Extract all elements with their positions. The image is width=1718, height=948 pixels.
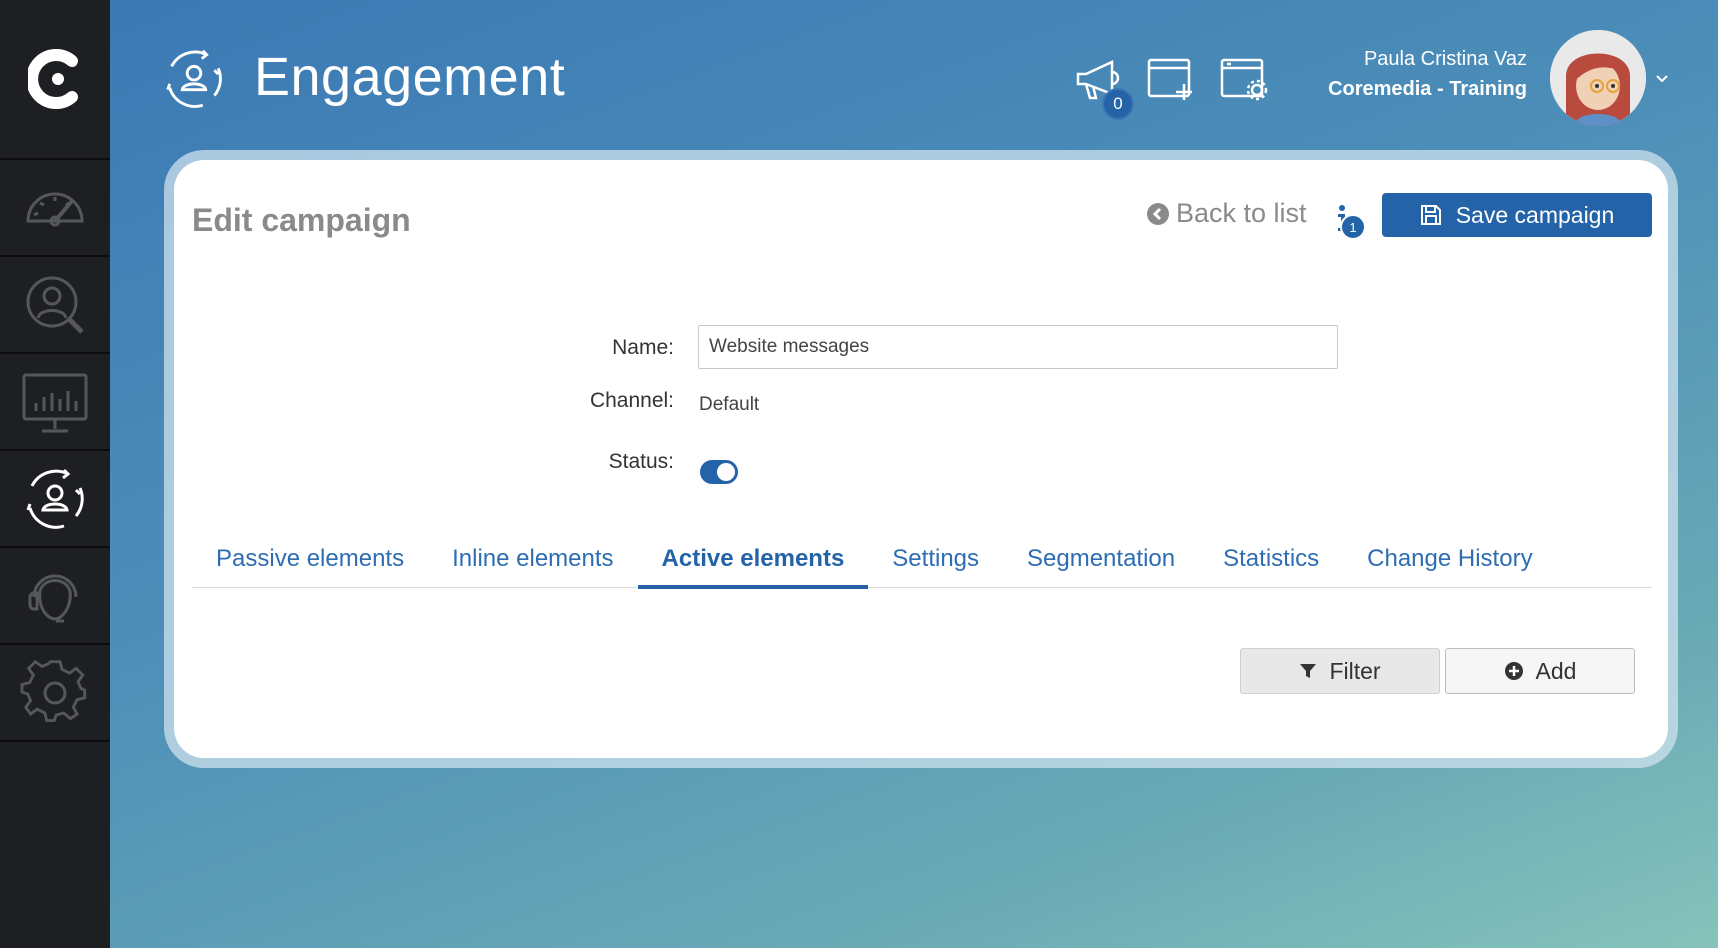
toggle-knob xyxy=(717,463,735,481)
back-to-list-link[interactable]: Back to list xyxy=(1146,198,1307,229)
monitor-chart-icon xyxy=(22,373,88,432)
chevron-down-icon[interactable] xyxy=(1654,70,1670,86)
save-campaign-label: Save campaign xyxy=(1455,201,1615,228)
filter-label: Filter xyxy=(1329,657,1381,684)
tab-segmentation[interactable]: Segmentation xyxy=(1003,530,1199,588)
add-button[interactable]: Add xyxy=(1445,648,1635,694)
sidebar-item-settings[interactable] xyxy=(0,645,110,742)
headset-icon xyxy=(28,574,78,622)
speedometer-icon xyxy=(26,192,84,226)
engagement-cycle-icon xyxy=(26,468,84,529)
tab-inline-elements[interactable]: Inline elements xyxy=(428,530,637,588)
sidebar-item-engagement[interactable] xyxy=(0,451,110,548)
new-window-icon[interactable] xyxy=(1146,56,1200,104)
info-badge: 1 xyxy=(1340,214,1366,240)
name-label: Name: xyxy=(612,336,674,359)
add-label: Add xyxy=(1535,657,1577,684)
sidebar-item-support[interactable] xyxy=(0,548,110,645)
card-title: Edit campaign xyxy=(192,202,411,238)
channel-label: Channel: xyxy=(589,389,674,412)
filter-button[interactable]: Filter xyxy=(1240,648,1440,694)
tab-change-history[interactable]: Change History xyxy=(1343,530,1556,588)
page-title: Engagement xyxy=(254,47,566,107)
status-toggle[interactable] xyxy=(700,460,738,484)
sidebar-item-analytics[interactable] xyxy=(0,354,110,451)
gear-icon xyxy=(20,659,87,722)
engagement-cycle-icon xyxy=(166,49,222,108)
tab-passive-elements[interactable]: Passive elements xyxy=(192,530,428,588)
tab-statistics[interactable]: Statistics xyxy=(1199,530,1343,588)
save-icon xyxy=(1420,205,1441,225)
sidebar-item-users-search[interactable] xyxy=(0,257,110,354)
edit-campaign-card: Edit campaign Back to list 1 Save campai… xyxy=(174,160,1668,758)
user-search-icon xyxy=(26,276,84,334)
tab-settings[interactable]: Settings xyxy=(868,530,1003,588)
channel-value: Default xyxy=(699,394,760,415)
sidebar-item-dashboard[interactable] xyxy=(0,160,110,257)
user-avatar-icon xyxy=(1550,30,1646,126)
user-organization: Coremedia - Training xyxy=(1328,78,1527,100)
campaign-name-input[interactable] xyxy=(698,325,1338,369)
plus-circle-icon xyxy=(1504,662,1523,680)
coremedia-logo-icon xyxy=(28,49,78,109)
sidebar xyxy=(0,0,110,948)
status-label: Status: xyxy=(608,450,674,473)
filter-icon xyxy=(1300,664,1317,678)
user-name: Paula Cristina Vaz xyxy=(1363,48,1527,70)
avatar[interactable] xyxy=(1550,30,1646,126)
tab-bar: Passive elements Inline elements Active … xyxy=(192,530,1652,589)
back-to-list-label: Back to list xyxy=(1176,198,1307,228)
coremedia-logo[interactable] xyxy=(0,0,110,160)
save-campaign-button[interactable]: Save campaign xyxy=(1382,193,1652,237)
window-settings-icon[interactable] xyxy=(1219,56,1273,104)
chevron-left-circle-icon xyxy=(1147,202,1169,225)
announcements-badge: 0 xyxy=(1102,88,1134,120)
tab-active-elements[interactable]: Active elements xyxy=(637,530,869,589)
